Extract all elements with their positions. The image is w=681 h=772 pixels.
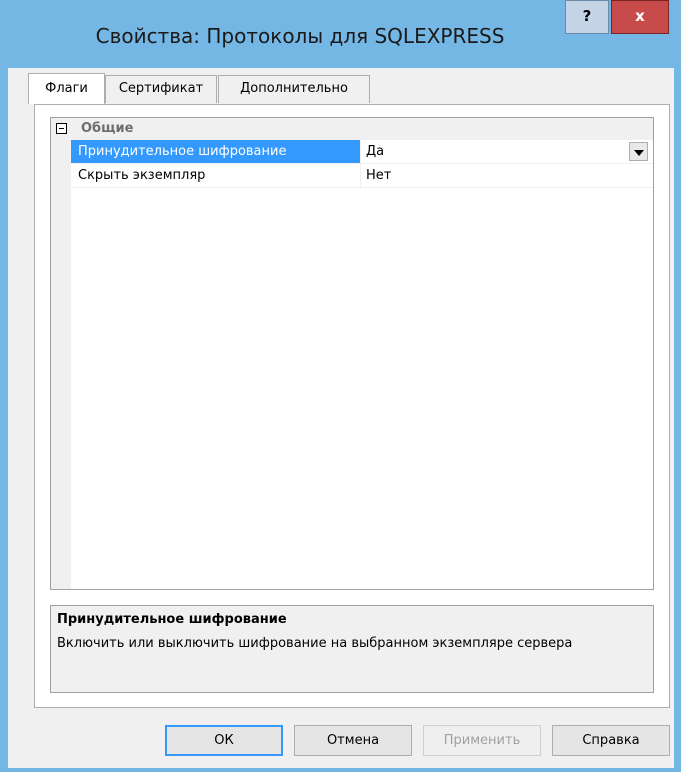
cancel-button[interactable]: Отмена [294, 725, 412, 756]
category-row[interactable]: Общие [51, 118, 653, 140]
title-bar[interactable]: Свойства: Протоколы для SQLEXPRESS ? x [0, 0, 681, 68]
description-title: Принудительное шифрование [57, 612, 287, 627]
properties-dialog: Свойства: Протоколы для SQLEXPRESS ? x Ф… [0, 0, 681, 772]
tab-advanced[interactable]: Дополнительно [218, 75, 370, 103]
property-value[interactable]: Нет [362, 164, 652, 187]
grid-margin [51, 118, 71, 589]
property-value: Да [366, 144, 385, 159]
property-row-hide-instance[interactable]: Скрыть экземпляр Нет [71, 164, 653, 188]
property-grid: Общие Принудительное шифрование Да Скрыт… [50, 117, 654, 590]
help-dialog-button[interactable]: Справка [552, 725, 670, 756]
property-name[interactable]: Скрыть экземпляр [71, 164, 361, 187]
description-text: Включить или выключить шифрование на выб… [57, 636, 573, 651]
tab-certificate[interactable]: Сертификат [105, 75, 217, 103]
tab-flags[interactable]: Флаги [28, 73, 105, 104]
close-button[interactable]: x [611, 0, 669, 34]
chevron-down-icon[interactable] [629, 142, 648, 161]
category-label: Общие [81, 121, 134, 136]
property-name[interactable]: Принудительное шифрование [71, 140, 361, 163]
collapse-icon[interactable] [56, 123, 67, 134]
description-panel: Принудительное шифрование Включить или в… [50, 605, 654, 693]
property-value-dropdown[interactable]: Да [362, 140, 652, 163]
dialog-title: Свойства: Протоколы для SQLEXPRESS [95, 24, 505, 48]
ok-button[interactable]: ОК [165, 725, 283, 756]
help-button[interactable]: ? [565, 0, 609, 34]
property-row-force-encryption[interactable]: Принудительное шифрование Да [71, 140, 653, 164]
apply-button[interactable]: Применить [423, 725, 541, 756]
